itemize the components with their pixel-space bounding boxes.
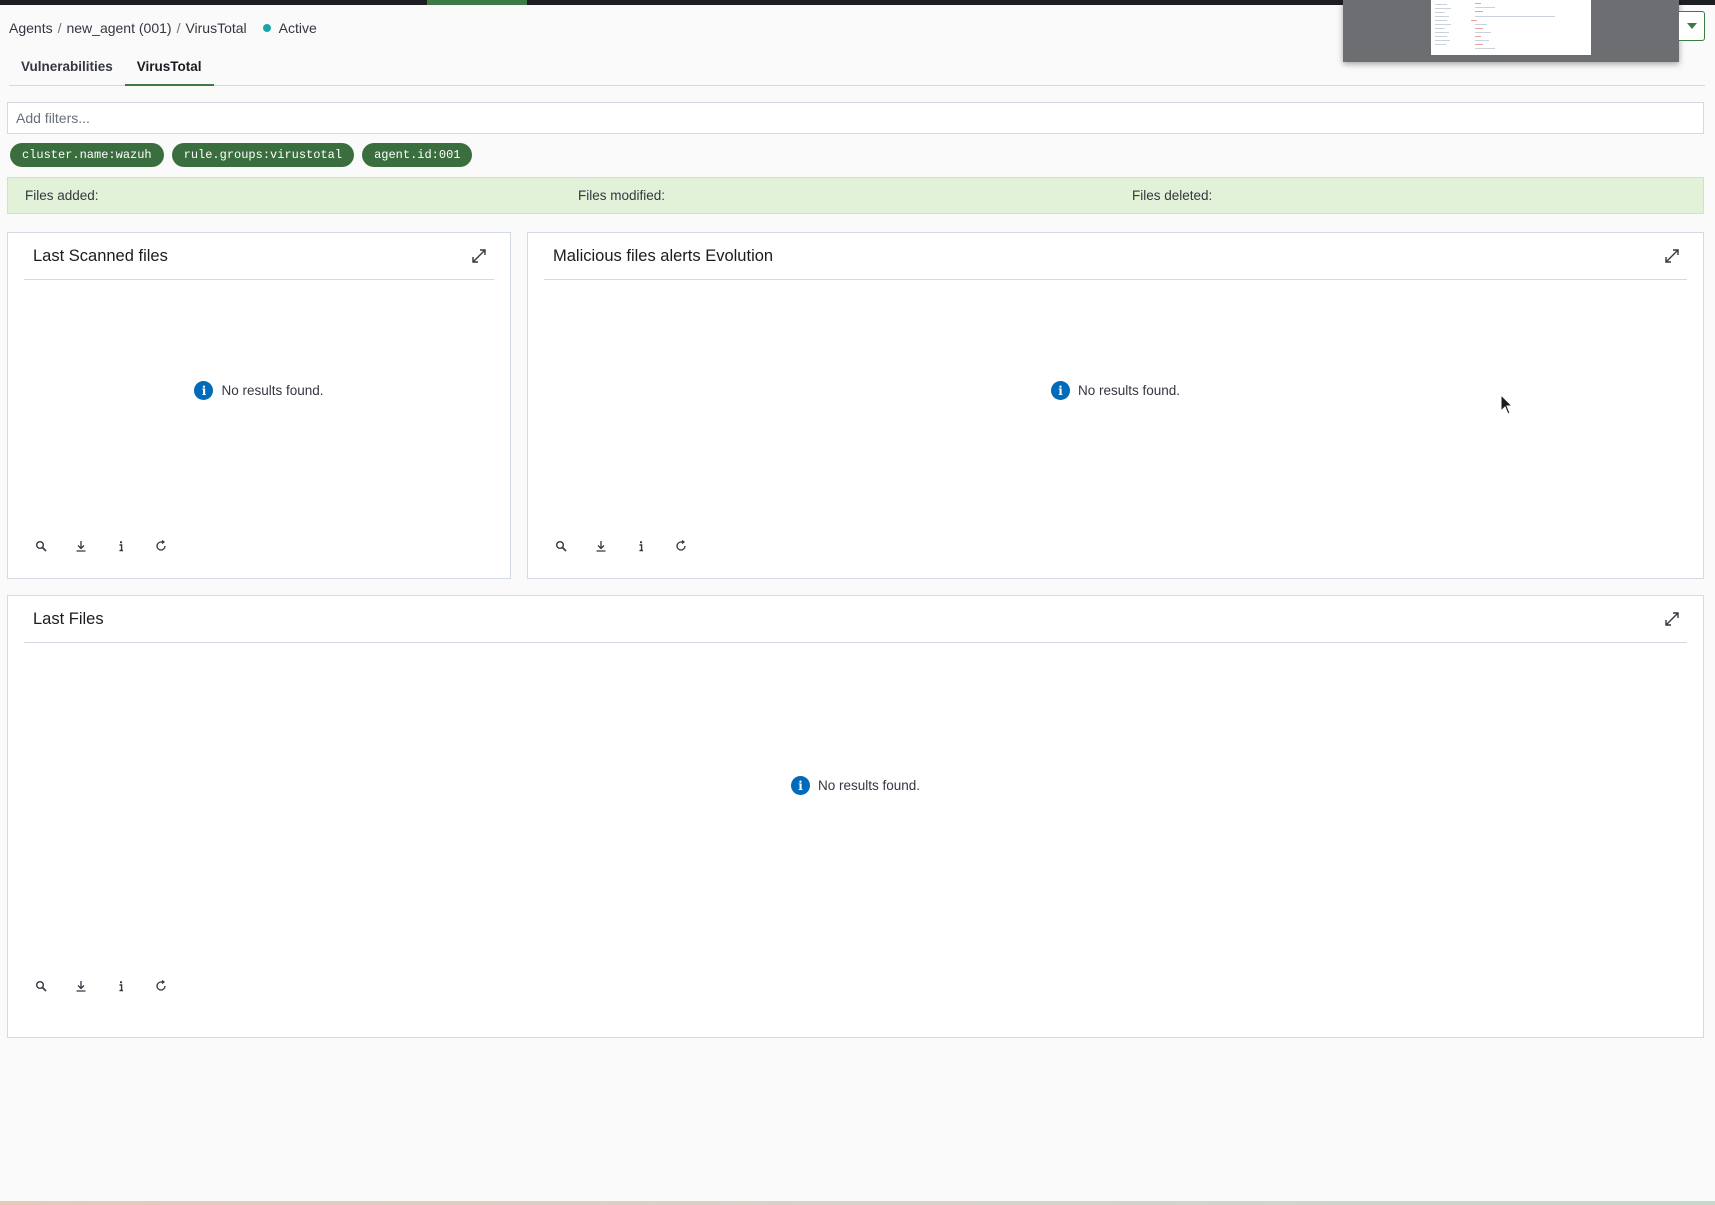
panel-last-scanned-files: Last Scanned files i No results found. bbox=[7, 232, 511, 579]
panel-last-files: Last Files i No results found. bbox=[7, 595, 1704, 1038]
panel-toolbar bbox=[34, 979, 194, 993]
expand-icon[interactable] bbox=[1663, 247, 1681, 265]
download-icon[interactable] bbox=[74, 539, 88, 553]
filter-pill-cluster[interactable]: cluster.name:wazuh bbox=[10, 143, 164, 167]
empty-state: i No results found. bbox=[8, 381, 510, 400]
search-icon[interactable] bbox=[34, 979, 48, 993]
filter-pills: cluster.name:wazuh rule.groups:virustota… bbox=[10, 143, 473, 167]
info-icon[interactable] bbox=[114, 979, 128, 993]
loading-progress bbox=[427, 0, 527, 5]
info-icon[interactable] bbox=[114, 539, 128, 553]
download-icon[interactable] bbox=[594, 539, 608, 553]
files-added-label: Files added: bbox=[25, 188, 99, 203]
breadcrumb-separator: / bbox=[57, 20, 62, 36]
panel-header: Last Files bbox=[24, 596, 1687, 643]
expand-icon[interactable] bbox=[1663, 610, 1681, 628]
panel-title: Last Files bbox=[33, 609, 104, 628]
caret-down-icon bbox=[1686, 23, 1697, 29]
empty-state: i No results found. bbox=[8, 776, 1703, 795]
breadcrumb-separator: / bbox=[176, 20, 181, 36]
expand-icon[interactable] bbox=[470, 247, 488, 265]
empty-message: No results found. bbox=[817, 778, 921, 793]
download-icon[interactable] bbox=[74, 979, 88, 993]
filter-pill-agent-id[interactable]: agent.id:001 bbox=[362, 143, 473, 167]
breadcrumb: Agents / new_agent (001) / VirusTotal Ac… bbox=[9, 18, 317, 38]
preview-document bbox=[1431, 0, 1591, 55]
status-dot-icon bbox=[262, 24, 271, 32]
info-circle-icon: i bbox=[194, 381, 214, 400]
files-deleted-label: Files deleted: bbox=[1132, 188, 1213, 203]
search-icon[interactable] bbox=[554, 539, 568, 553]
panel-toolbar bbox=[554, 539, 714, 553]
refresh-icon[interactable] bbox=[154, 979, 168, 993]
refresh-icon[interactable] bbox=[154, 539, 168, 553]
panel-title: Last Scanned files bbox=[33, 246, 168, 265]
breadcrumb-agent[interactable]: new_agent (001) bbox=[66, 20, 171, 36]
dropdown-toggle-button[interactable] bbox=[1679, 11, 1705, 41]
panel-toolbar bbox=[34, 539, 194, 553]
search-icon[interactable] bbox=[34, 539, 48, 553]
module-tabs: Vulnerabilities VirusTotal bbox=[9, 53, 1705, 86]
empty-message: No results found. bbox=[221, 383, 324, 398]
empty-message: No results found. bbox=[1077, 383, 1181, 398]
panel-title: Malicious files alerts Evolution bbox=[553, 246, 774, 265]
filter-pill-rule-groups[interactable]: rule.groups:virustotal bbox=[171, 143, 355, 167]
status-label: Active bbox=[278, 20, 317, 36]
info-icon[interactable] bbox=[634, 539, 648, 553]
files-stats-bar: Files added: Files modified: Files delet… bbox=[7, 177, 1704, 214]
bottom-bar bbox=[0, 1201, 1715, 1205]
info-circle-icon: i bbox=[1050, 381, 1070, 400]
refresh-icon[interactable] bbox=[674, 539, 688, 553]
panel-header: Last Scanned files bbox=[24, 233, 494, 280]
add-filters-input[interactable] bbox=[7, 102, 1704, 134]
agent-status: Active bbox=[262, 20, 317, 36]
breadcrumb-current: VirusTotal bbox=[185, 20, 247, 36]
tab-vulnerabilities[interactable]: Vulnerabilities bbox=[9, 53, 125, 86]
files-modified-label: Files modified: bbox=[578, 188, 666, 203]
empty-state: i No results found. bbox=[528, 381, 1703, 400]
tab-virustotal[interactable]: VirusTotal bbox=[124, 53, 214, 86]
mouse-cursor-icon bbox=[1500, 394, 1514, 415]
info-circle-icon: i bbox=[790, 776, 810, 795]
breadcrumb-agents[interactable]: Agents bbox=[9, 20, 53, 36]
panel-malicious-files-evolution: Malicious files alerts Evolution i No re… bbox=[527, 232, 1704, 579]
panel-header: Malicious files alerts Evolution bbox=[544, 233, 1687, 280]
